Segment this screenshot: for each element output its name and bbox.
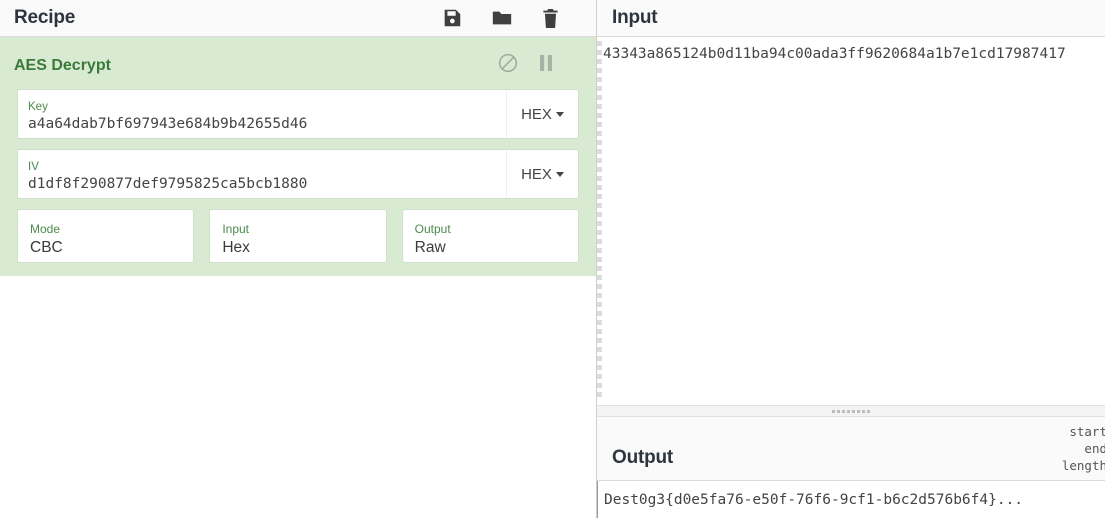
io-splitter[interactable] xyxy=(597,405,1105,417)
recipe-toolbar xyxy=(441,7,584,30)
iv-label: IV xyxy=(28,160,39,173)
operation-controls xyxy=(498,53,582,78)
cyberchef-app: Recipe AES Decrypt Key a4a64dab7bf697943… xyxy=(0,0,1105,518)
argument-iv[interactable]: IV d1df8f290877def9795825ca5bcb1880 HEX xyxy=(18,150,578,198)
key-format-label: HEX xyxy=(521,105,552,123)
key-input[interactable]: a4a64dab7bf697943e684b9b42655d46 xyxy=(28,114,496,134)
input-format-select[interactable]: Input Hex xyxy=(210,210,386,262)
output-title: Output xyxy=(612,447,674,468)
output-io-info: start end length xyxy=(1062,423,1105,474)
io-info-end: end xyxy=(1084,441,1105,456)
disable-operation-icon[interactable] xyxy=(498,53,518,78)
breakpoint-pause-icon[interactable] xyxy=(538,54,554,77)
operation-arguments: Key a4a64dab7bf697943e684b9b42655d46 HEX… xyxy=(0,90,596,262)
chevron-down-icon xyxy=(555,111,564,117)
operation-title: AES Decrypt xyxy=(14,56,111,74)
output-format-label: Output xyxy=(414,221,451,236)
input-title: Input xyxy=(612,7,658,28)
input-format-value: Hex xyxy=(222,238,250,256)
output-header: Output start end length xyxy=(597,417,1105,481)
mode-select[interactable]: Mode CBC xyxy=(18,210,194,262)
iv-field[interactable]: IV d1df8f290877def9795825ca5bcb1880 xyxy=(18,150,506,198)
input-textarea[interactable]: 43343a865124b0d11ba94c00ada3ff9620684a1b… xyxy=(597,37,1105,405)
output-format-value: Raw xyxy=(414,238,446,256)
recipe-title-bar: Recipe xyxy=(0,0,596,37)
key-field[interactable]: Key a4a64dab7bf697943e684b9b42655d46 xyxy=(18,90,506,138)
save-icon[interactable] xyxy=(441,7,463,29)
mode-label: Mode xyxy=(30,221,61,236)
argument-selects: Mode CBC Input Hex Output Raw xyxy=(18,210,578,262)
output-pane: Output start end length Dest0g3{d0e5fa76… xyxy=(597,417,1105,518)
recipe-pane: Recipe AES Decrypt Key a4a64dab7bf697943… xyxy=(0,0,597,518)
output-format-select[interactable]: Output Raw xyxy=(402,210,578,262)
input-pane: Input 43343a865124b0d11ba94c00ada3ff9620… xyxy=(597,0,1105,405)
operation-aes-decrypt[interactable]: AES Decrypt Key a4a64dab7bf697943e684b9b… xyxy=(0,37,596,276)
trash-icon[interactable] xyxy=(541,7,560,30)
input-format-label: Input xyxy=(222,221,250,236)
splitter-grip-icon xyxy=(832,409,870,413)
chevron-down-icon xyxy=(555,171,564,177)
mode-value: CBC xyxy=(30,238,63,256)
io-column: Input 43343a865124b0d11ba94c00ada3ff9620… xyxy=(597,0,1105,518)
iv-format-label: HEX xyxy=(521,165,552,183)
folder-icon[interactable] xyxy=(490,7,514,29)
iv-format-dropdown[interactable]: HEX xyxy=(506,150,578,198)
key-label: Key xyxy=(28,100,48,113)
recipe-operation-list[interactable]: AES Decrypt Key a4a64dab7bf697943e684b9b… xyxy=(0,37,596,518)
io-info-length: length xyxy=(1061,458,1105,473)
pane-resize-handle[interactable] xyxy=(597,37,602,405)
output-textarea[interactable]: Dest0g3{d0e5fa76-e50f-76f6-9cf1-b6c2d576… xyxy=(597,481,1105,518)
key-format-dropdown[interactable]: HEX xyxy=(506,90,578,138)
input-header: Input xyxy=(597,0,1105,37)
operation-header: AES Decrypt xyxy=(0,37,596,90)
io-info-start: start xyxy=(1069,424,1105,439)
argument-key[interactable]: Key a4a64dab7bf697943e684b9b42655d46 HEX xyxy=(18,90,578,138)
page-title: Recipe xyxy=(14,7,76,28)
iv-input[interactable]: d1df8f290877def9795825ca5bcb1880 xyxy=(28,174,496,194)
